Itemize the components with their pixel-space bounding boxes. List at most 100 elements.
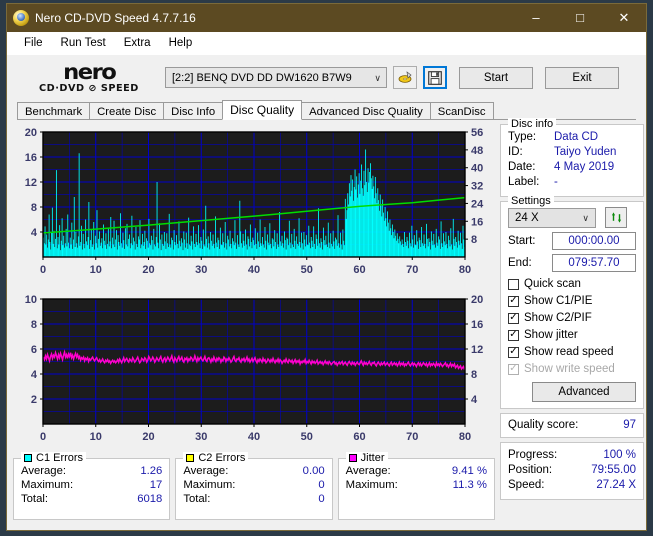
c1-average-value: 1.26 xyxy=(140,465,163,477)
save-button[interactable] xyxy=(423,66,447,89)
app-window: Nero CD-DVD Speed 4.7.7.16 – □ ✕ File Ru… xyxy=(6,3,647,531)
minimize-button[interactable]: – xyxy=(514,4,558,31)
svg-text:50: 50 xyxy=(301,431,313,443)
c1-total-value: 6018 xyxy=(137,493,163,505)
checkbox-show-c1-pie[interactable]: ✓ Show C1/PIE xyxy=(508,293,636,309)
svg-text:12: 12 xyxy=(25,177,37,189)
quality-score-group: Quality score: 97 xyxy=(500,413,644,438)
show-c2-pif-checkbox-icon: ✓ xyxy=(508,312,519,324)
tab-scandisc[interactable]: ScanDisc xyxy=(429,102,494,120)
menu-file[interactable]: File xyxy=(15,35,52,51)
c2-errors-legend: C2 Errors xyxy=(183,452,249,464)
advanced-button[interactable]: Advanced xyxy=(532,382,636,402)
speed-value: 27.24 X xyxy=(596,479,636,491)
tab-disc-info[interactable]: Disc Info xyxy=(163,102,224,120)
tab-content-disc-quality: 4 8 12 16 20 8 16 24 32 40 48 56 0 10 20 30 40 50 60 70 80 2… xyxy=(7,118,646,530)
menu-extra[interactable]: Extra xyxy=(115,35,160,51)
settings-group: Settings 24 X ∨ Start: 000:00.00 End: 07… xyxy=(500,195,644,409)
menu-run-test[interactable]: Run Test xyxy=(52,35,115,51)
end-input[interactable]: 079:57.70 xyxy=(552,254,636,272)
jitter-average-row: Average: 9.41 % xyxy=(346,464,487,478)
svg-text:32: 32 xyxy=(471,181,483,193)
maximize-button[interactable]: □ xyxy=(558,4,602,31)
svg-text:50: 50 xyxy=(301,264,313,276)
exit-button[interactable]: Exit xyxy=(545,66,619,89)
drive-select-value: [2:2] BENQ DVD DD DW1620 B7W9 xyxy=(172,71,352,84)
c1-average-label: Average: xyxy=(21,465,67,477)
c1-maximum-label: Maximum: xyxy=(21,479,74,491)
disc-date-value: 4 May 2019 xyxy=(554,161,615,173)
svg-text:4: 4 xyxy=(471,394,478,406)
menu-help[interactable]: Help xyxy=(160,35,202,51)
svg-text:20: 20 xyxy=(25,127,37,139)
svg-text:10: 10 xyxy=(90,264,102,276)
start-button[interactable]: Start xyxy=(459,66,533,89)
quality-score-value: 97 xyxy=(623,419,636,431)
drive-select[interactable]: [2:2] BENQ DVD DD DW1620 B7W9 ∨ xyxy=(165,67,387,88)
disc-label-row: Label: - xyxy=(508,175,636,190)
tab-create-disc[interactable]: Create Disc xyxy=(89,102,165,120)
svg-text:8: 8 xyxy=(471,369,477,381)
jitter-maximum-value: 11.3 % xyxy=(452,479,487,491)
tab-advanced-disc-quality[interactable]: Advanced Disc Quality xyxy=(301,102,431,120)
speed-select[interactable]: 24 X ∨ xyxy=(508,207,596,228)
checkbox-show-write-speed: ✓ Show write speed xyxy=(508,361,636,377)
start-row: Start: 000:00.00 xyxy=(508,232,636,250)
show-read-speed-label: Show read speed xyxy=(524,346,614,358)
svg-text:0: 0 xyxy=(40,431,46,443)
refresh-button[interactable] xyxy=(605,207,627,228)
show-jitter-label: Show jitter xyxy=(524,329,578,341)
eject-disc-button[interactable] xyxy=(393,66,417,89)
chevron-down-icon: ∨ xyxy=(374,73,381,83)
speed-row: Speed: 27.24 X xyxy=(508,478,636,493)
close-button[interactable]: ✕ xyxy=(602,4,646,31)
svg-text:80: 80 xyxy=(459,264,471,276)
tab-disc-quality[interactable]: Disc Quality xyxy=(222,100,303,120)
tab-strip: Benchmark Create Disc Disc Info Disc Qua… xyxy=(7,100,646,120)
c2-average-label: Average: xyxy=(183,465,229,477)
checkbox-show-read-speed[interactable]: ✓ Show read speed xyxy=(508,344,636,360)
c1-color-swatch xyxy=(24,454,32,462)
svg-text:8: 8 xyxy=(31,319,37,331)
checkbox-show-jitter[interactable]: ✓ Show jitter xyxy=(508,327,636,343)
svg-text:30: 30 xyxy=(195,431,207,443)
jitter-average-value: 9.41 % xyxy=(451,465,487,477)
c1-errors-chart: 4 8 12 16 20 8 16 24 32 40 48 56 0 10 20 30 40 50 60 70 80 xyxy=(13,124,495,287)
c2-maximum-value: 0 xyxy=(318,479,325,491)
svg-text:12: 12 xyxy=(471,344,483,356)
svg-text:40: 40 xyxy=(248,264,260,276)
speed-select-value: 24 X xyxy=(515,211,539,224)
c2-total-row: Total: 0 xyxy=(183,492,324,506)
svg-text:70: 70 xyxy=(406,431,418,443)
c1-maximum-value: 17 xyxy=(149,479,163,491)
progress-row: Progress: 100 % xyxy=(508,448,636,463)
show-write-speed-label: Show write speed xyxy=(524,363,615,375)
checkbox-show-c2-pif[interactable]: ✓ Show C2/PIF xyxy=(508,310,636,326)
svg-text:16: 16 xyxy=(471,319,483,331)
eject-disc-icon xyxy=(398,71,412,83)
disc-date-row: Date: 4 May 2019 xyxy=(508,160,636,175)
start-label: Start: xyxy=(508,235,536,247)
disc-date-label: Date: xyxy=(508,161,536,173)
tab-benchmark[interactable]: Benchmark xyxy=(17,102,91,120)
svg-text:10: 10 xyxy=(90,431,102,443)
jitter-chart: 2 4 6 8 10 4 8 12 16 20 0 10 20 30 40 50 60 70 80 xyxy=(13,291,495,454)
c2-total-value: 0 xyxy=(318,493,325,505)
svg-text:80: 80 xyxy=(459,431,471,443)
c1-errors-legend: C1 Errors xyxy=(21,452,87,464)
svg-text:40: 40 xyxy=(471,163,483,175)
show-read-speed-checkbox-icon: ✓ xyxy=(508,346,519,358)
c2-maximum-row: Maximum: 0 xyxy=(183,478,324,492)
disc-type-label: Type: xyxy=(508,131,537,143)
end-label: End: xyxy=(508,257,532,269)
disc-info-title: Disc info xyxy=(508,118,557,130)
jitter-color-swatch xyxy=(348,454,357,462)
quality-score-label: Quality score: xyxy=(508,419,579,431)
c1-errors-stats: C1 Errors Average: 1.26 Maximum: 17 Tota… xyxy=(13,452,171,520)
start-input[interactable]: 000:00.00 xyxy=(552,232,636,250)
c2-average-row: Average: 0.00 xyxy=(183,464,324,478)
svg-text:60: 60 xyxy=(353,264,365,276)
checkbox-quick-scan[interactable]: Quick scan xyxy=(508,276,636,292)
svg-text:70: 70 xyxy=(406,264,418,276)
c2-color-swatch xyxy=(186,454,195,462)
